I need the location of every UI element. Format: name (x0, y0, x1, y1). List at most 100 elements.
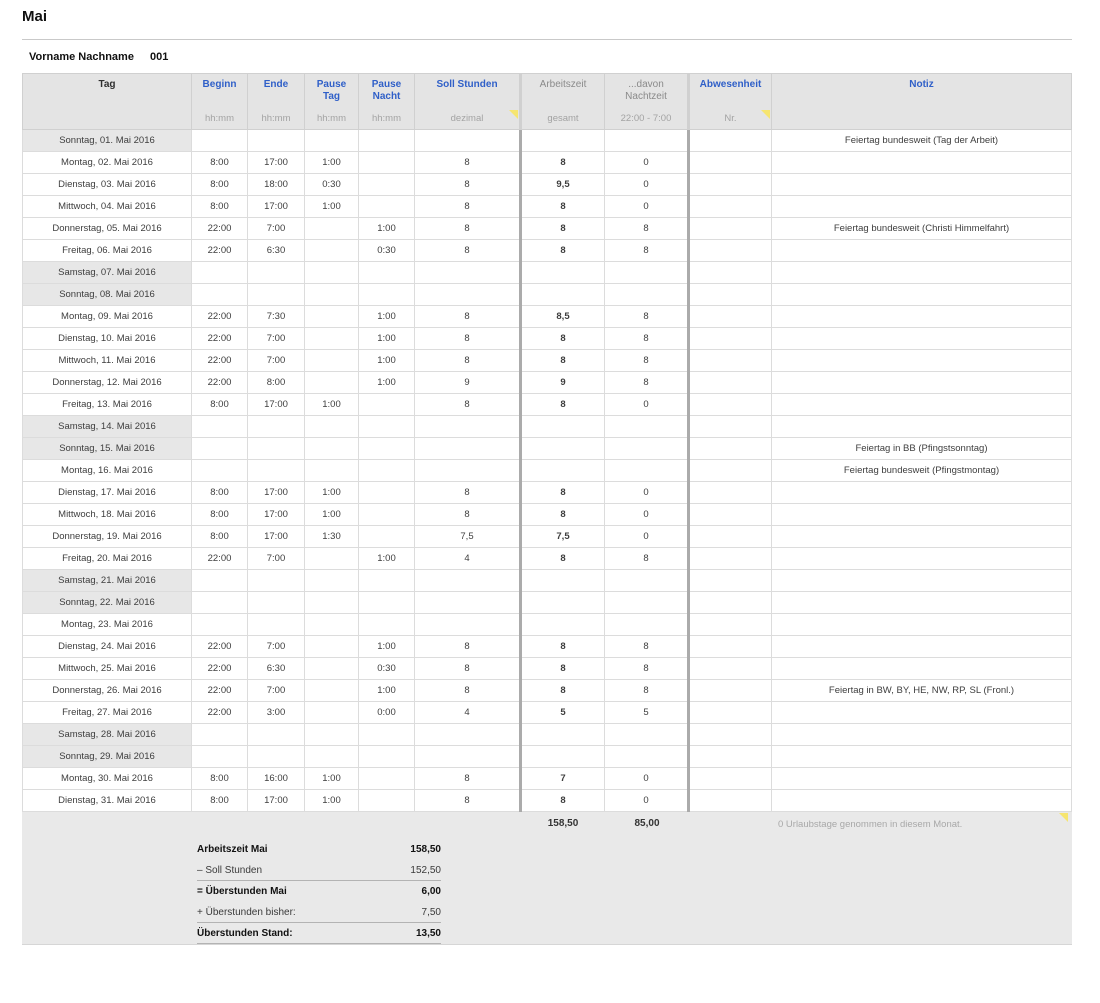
worktime-cell[interactable]: 5 (519, 701, 605, 724)
nighttime-cell[interactable]: 8 (604, 679, 689, 702)
target-hours-cell[interactable]: 8 (414, 789, 521, 812)
nighttime-cell[interactable]: 8 (604, 371, 689, 394)
day-cell[interactable]: Samstag, 14. Mai 2016 (22, 415, 192, 438)
note-cell[interactable] (771, 305, 1072, 328)
begin-cell[interactable] (191, 129, 248, 152)
absence-cell[interactable] (687, 613, 772, 636)
pause-day-cell[interactable] (304, 261, 359, 284)
pause-day-cell[interactable]: 1:00 (304, 151, 359, 174)
begin-cell[interactable] (191, 459, 248, 482)
target-hours-cell[interactable]: 8 (414, 393, 521, 416)
worktime-cell[interactable]: 8 (519, 481, 605, 504)
begin-cell[interactable]: 22:00 (191, 217, 248, 240)
pause-night-cell[interactable] (358, 283, 415, 306)
pause-day-cell[interactable] (304, 613, 359, 636)
note-cell[interactable] (771, 591, 1072, 614)
note-cell[interactable] (771, 657, 1072, 680)
pause-night-cell[interactable]: 1:00 (358, 635, 415, 658)
day-cell[interactable]: Sonntag, 29. Mai 2016 (22, 745, 192, 768)
worktime-cell[interactable] (519, 415, 605, 438)
end-cell[interactable] (247, 745, 305, 768)
day-cell[interactable]: Mittwoch, 18. Mai 2016 (22, 503, 192, 526)
end-cell[interactable] (247, 459, 305, 482)
day-cell[interactable]: Donnerstag, 26. Mai 2016 (22, 679, 192, 702)
note-cell[interactable] (771, 613, 1072, 636)
day-cell[interactable]: Donnerstag, 12. Mai 2016 (22, 371, 192, 394)
pause-day-cell[interactable]: 1:00 (304, 503, 359, 526)
nighttime-cell[interactable]: 8 (604, 305, 689, 328)
pause-day-cell[interactable]: 1:30 (304, 525, 359, 548)
target-hours-cell[interactable]: 8 (414, 349, 521, 372)
end-cell[interactable] (247, 261, 305, 284)
day-cell[interactable]: Montag, 23. Mai 2016 (22, 613, 192, 636)
pause-night-cell[interactable] (358, 393, 415, 416)
absence-cell[interactable] (687, 129, 772, 152)
absence-cell[interactable] (687, 195, 772, 218)
nighttime-cell[interactable]: 8 (604, 547, 689, 570)
day-cell[interactable]: Dienstag, 10. Mai 2016 (22, 327, 192, 350)
pause-day-cell[interactable] (304, 415, 359, 438)
pause-day-cell[interactable] (304, 723, 359, 746)
nighttime-cell[interactable]: 0 (604, 481, 689, 504)
nighttime-cell[interactable] (604, 613, 689, 636)
pause-night-cell[interactable] (358, 151, 415, 174)
pause-night-cell[interactable] (358, 767, 415, 790)
worktime-cell[interactable]: 8 (519, 217, 605, 240)
end-cell[interactable] (247, 283, 305, 306)
day-cell[interactable]: Mittwoch, 04. Mai 2016 (22, 195, 192, 218)
pause-day-cell[interactable] (304, 129, 359, 152)
absence-cell[interactable] (687, 525, 772, 548)
end-cell[interactable]: 6:30 (247, 239, 305, 262)
pause-day-cell[interactable] (304, 239, 359, 262)
nighttime-cell[interactable] (604, 723, 689, 746)
end-cell[interactable]: 7:00 (247, 547, 305, 570)
pause-night-cell[interactable] (358, 173, 415, 196)
worktime-cell[interactable]: 8 (519, 679, 605, 702)
nighttime-cell[interactable] (604, 459, 689, 482)
absence-cell[interactable] (687, 415, 772, 438)
end-cell[interactable]: 17:00 (247, 525, 305, 548)
pause-night-cell[interactable]: 1:00 (358, 371, 415, 394)
nighttime-cell[interactable] (604, 569, 689, 592)
pause-night-cell[interactable] (358, 261, 415, 284)
absence-cell[interactable] (687, 503, 772, 526)
end-cell[interactable]: 8:00 (247, 371, 305, 394)
end-cell[interactable]: 3:00 (247, 701, 305, 724)
begin-cell[interactable] (191, 415, 248, 438)
absence-cell[interactable] (687, 745, 772, 768)
pause-night-cell[interactable]: 1:00 (358, 679, 415, 702)
end-cell[interactable] (247, 129, 305, 152)
day-cell[interactable]: Samstag, 28. Mai 2016 (22, 723, 192, 746)
pause-night-cell[interactable] (358, 129, 415, 152)
end-cell[interactable] (247, 437, 305, 460)
note-cell[interactable] (771, 525, 1072, 548)
note-cell[interactable]: Feiertag bundesweit (Tag der Arbeit) (771, 129, 1072, 152)
pause-day-cell[interactable] (304, 635, 359, 658)
day-cell[interactable]: Montag, 16. Mai 2016 (22, 459, 192, 482)
begin-cell[interactable]: 22:00 (191, 679, 248, 702)
worktime-cell[interactable]: 8 (519, 151, 605, 174)
nighttime-cell[interactable]: 0 (604, 789, 689, 812)
pause-day-cell[interactable]: 1:00 (304, 393, 359, 416)
absence-cell[interactable] (687, 789, 772, 812)
worktime-cell[interactable]: 8 (519, 239, 605, 262)
begin-cell[interactable]: 22:00 (191, 349, 248, 372)
day-cell[interactable]: Dienstag, 31. Mai 2016 (22, 789, 192, 812)
begin-cell[interactable] (191, 569, 248, 592)
pause-night-cell[interactable] (358, 503, 415, 526)
worktime-cell[interactable]: 9,5 (519, 173, 605, 196)
absence-cell[interactable] (687, 767, 772, 790)
worktime-cell[interactable]: 8 (519, 349, 605, 372)
nighttime-cell[interactable]: 0 (604, 767, 689, 790)
target-hours-cell[interactable]: 8 (414, 305, 521, 328)
pause-night-cell[interactable]: 0:30 (358, 239, 415, 262)
nighttime-cell[interactable] (604, 745, 689, 768)
pause-night-cell[interactable]: 0:00 (358, 701, 415, 724)
pause-day-cell[interactable] (304, 547, 359, 570)
worktime-cell[interactable]: 8 (519, 547, 605, 570)
worktime-cell[interactable]: 8,5 (519, 305, 605, 328)
day-cell[interactable]: Sonntag, 08. Mai 2016 (22, 283, 192, 306)
note-cell[interactable] (771, 261, 1072, 284)
day-cell[interactable]: Samstag, 21. Mai 2016 (22, 569, 192, 592)
end-cell[interactable]: 7:00 (247, 327, 305, 350)
